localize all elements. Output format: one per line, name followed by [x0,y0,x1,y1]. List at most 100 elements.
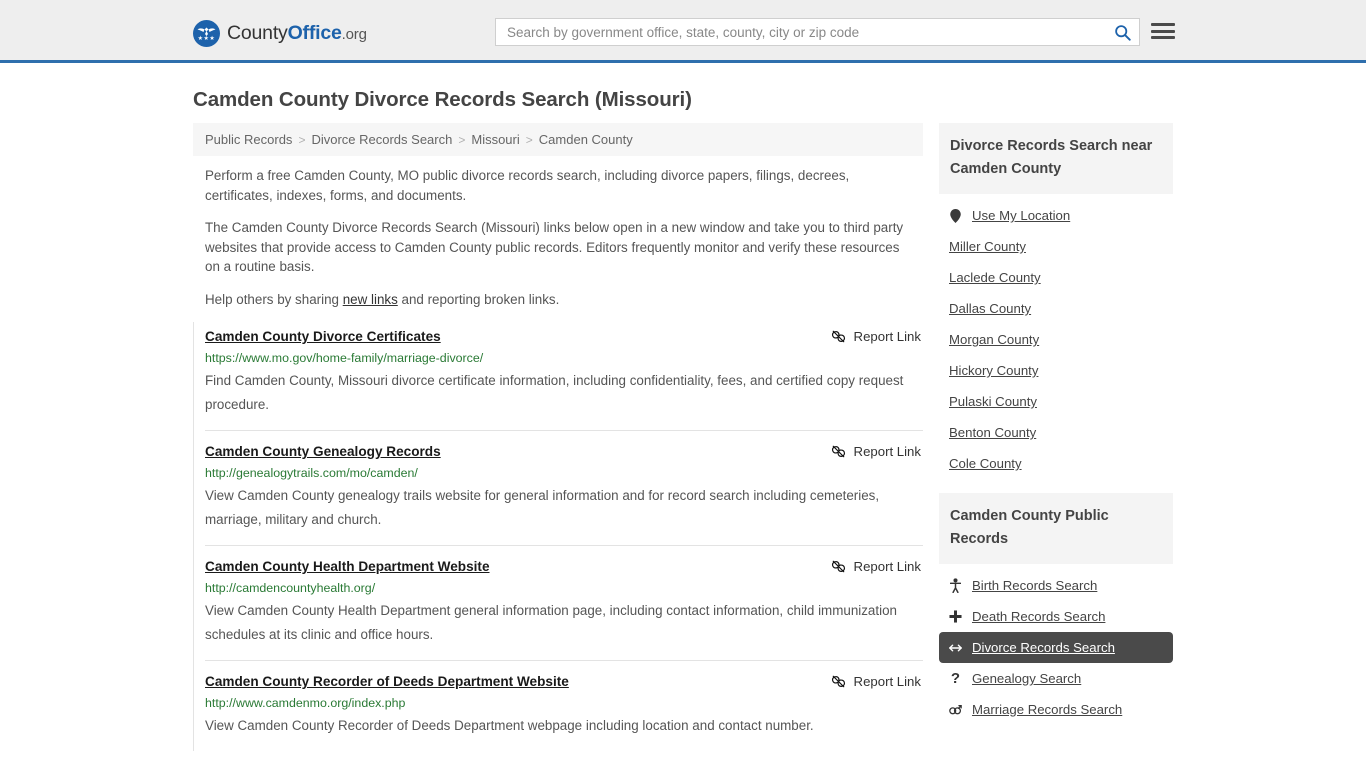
breadcrumb: Public Records > Divorce Records Search … [193,123,923,156]
breadcrumb-item-missouri[interactable]: Missouri [471,132,519,147]
search-button[interactable] [1105,19,1139,45]
sidebar-item-benton-county[interactable]: Benton County [939,417,1173,448]
brand-wordmark: CountyOffice.org [227,22,367,45]
report-link-button[interactable]: Report Link [831,329,923,344]
nearby-panel-heading: Divorce Records Search near Camden Count… [939,123,1173,194]
report-link-button[interactable]: Report Link [831,559,923,574]
map-pin-icon [949,208,962,223]
intro-paragraph-2: The Camden County Divorce Records Search… [205,220,904,274]
breadcrumb-item-camden-county[interactable]: Camden County [539,132,633,147]
sidebar-item-death-records-search[interactable]: Death Records Search [939,601,1173,632]
broken-link-icon [831,445,845,458]
sidebar-item-label: Marriage Records Search [972,702,1123,717]
sidebar-item-label: Birth Records Search [972,578,1098,593]
intro-paragraph-3: Help others by sharing new links and rep… [205,290,911,310]
sidebar-item-label: Death Records Search [972,609,1106,624]
report-link-button[interactable]: Report Link [831,674,923,689]
intro-p3-after: and reporting broken links. [397,291,560,307]
page-container: Camden County Divorce Records Search (Mi… [0,63,1366,751]
sidebar-item-miller-county[interactable]: Miller County [939,231,1173,262]
report-link-label: Report Link [853,329,921,344]
sidebar-item-dallas-county[interactable]: Dallas County [939,293,1173,324]
baby-icon [949,578,962,593]
result-title-link[interactable]: Camden County Health Department Website [205,558,490,576]
sidebar-item-genealogy-search[interactable]: ? Genealogy Search [939,663,1173,694]
intro-paragraph-1: Perform a free Camden County, MO public … [205,168,850,203]
cross-icon [949,610,962,623]
result-description: View Camden County Recorder of Deeds Dep… [205,718,814,733]
sidebar-item-label: Laclede County [949,270,1041,285]
sidebar-item-label: Genealogy Search [972,671,1082,686]
broken-link-icon [831,675,845,688]
page-title: Camden County Divorce Records Search (Mi… [193,88,692,111]
public-records-panel-body: Birth Records Search Death Records Searc… [939,564,1173,725]
sidebar-item-birth-records-search[interactable]: Birth Records Search [939,570,1173,601]
result-item: Camden County Genealogy Records Report L… [205,430,923,545]
sidebar-item-label: Cole County [949,456,1022,471]
result-url[interactable]: http://www.camdenmo.org/index.php [205,695,923,712]
brand-part-county: County [227,22,288,44]
result-title-link[interactable]: Camden County Recorder of Deeds Departme… [205,673,569,691]
result-header: Camden County Genealogy Records Report L… [205,443,923,461]
search-bar[interactable] [495,18,1140,46]
hamburger-bar [1151,36,1175,39]
hamburger-menu-icon[interactable] [1151,21,1175,41]
report-link-label: Report Link [853,559,921,574]
result-item: Camden County Recorder of Deeds Departme… [205,660,923,751]
report-link-label: Report Link [853,674,921,689]
breadcrumb-separator: > [298,132,306,147]
breadcrumb-item-public-records[interactable]: Public Records [205,132,292,147]
three-stars-icon: ★★★ [197,36,216,42]
sidebar-item-marriage-records-search[interactable]: Marriage Records Search [939,694,1173,725]
hamburger-bar [1151,23,1175,26]
report-link-button[interactable]: Report Link [831,444,923,459]
sidebar-item-hickory-county[interactable]: Hickory County [939,355,1173,386]
nearby-panel: Divorce Records Search near Camden Count… [939,123,1173,479]
baby-glyph [950,578,961,593]
broken-link-icon [831,560,845,573]
sidebar-item-label: Pulaski County [949,394,1037,409]
result-description: View Camden County genealogy trails webs… [205,488,880,527]
brand-part-org: .org [341,26,367,43]
left-right-arrow-icon [949,642,962,654]
sidebar-item-use-my-location[interactable]: Use My Location [939,200,1173,231]
result-item: Camden County Divorce Certificates Repor… [205,322,923,430]
male-female-icon [949,703,962,716]
left-right-arrow-glyph [949,644,962,651]
nearby-panel-body: Use My Location Miller County Laclede Co… [939,194,1173,479]
new-links-link[interactable]: new links [343,292,398,307]
cross-glyph [949,610,962,623]
result-url[interactable]: https://www.mo.gov/home-family/marriage-… [205,350,923,367]
breadcrumb-item-divorce-records-search[interactable]: Divorce Records Search [311,132,452,147]
result-item: Camden County Health Department Website … [205,545,923,660]
site-logo[interactable]: ★★★ CountyOffice.org [193,20,367,47]
sidebar-item-label: Hickory County [949,363,1039,378]
sidebar: Divorce Records Search near Camden Count… [939,123,1173,739]
hamburger-bar [1151,29,1175,33]
result-title-link[interactable]: Camden County Divorce Certificates [205,328,441,346]
breadcrumb-separator: > [458,132,466,147]
result-url[interactable]: http://genealogytrails.com/mo/camden/ [205,465,923,482]
result-header: Camden County Divorce Certificates Repor… [205,328,923,346]
result-title-link[interactable]: Camden County Genealogy Records [205,443,441,461]
sidebar-item-pulaski-county[interactable]: Pulaski County [939,386,1173,417]
sidebar-item-label: Morgan County [949,332,1040,347]
public-records-panel-heading: Camden County Public Records [939,493,1173,564]
sidebar-item-laclede-county[interactable]: Laclede County [939,262,1173,293]
intro-section: Perform a free Camden County, MO public … [193,156,923,309]
county-office-seal-icon: ★★★ [193,20,220,47]
sidebar-item-morgan-county[interactable]: Morgan County [939,324,1173,355]
map-pin-glyph [950,208,961,223]
result-header: Camden County Recorder of Deeds Departme… [205,673,923,691]
result-url[interactable]: http://camdencountyhealth.org/ [205,580,923,597]
result-description: View Camden County Health Department gen… [205,603,897,642]
search-input[interactable] [496,19,1105,45]
sidebar-item-divorce-records-search[interactable]: Divorce Records Search [939,632,1173,663]
result-header: Camden County Health Department Website … [205,558,923,576]
brand-part-office: Office [287,22,342,44]
intro-p3-before: Help others by sharing [205,291,343,307]
sidebar-item-label: Divorce Records Search [972,640,1115,655]
sidebar-item-label: Benton County [949,425,1037,440]
sidebar-item-cole-county[interactable]: Cole County [939,448,1173,479]
content-columns: Public Records > Divorce Records Search … [193,123,1173,751]
